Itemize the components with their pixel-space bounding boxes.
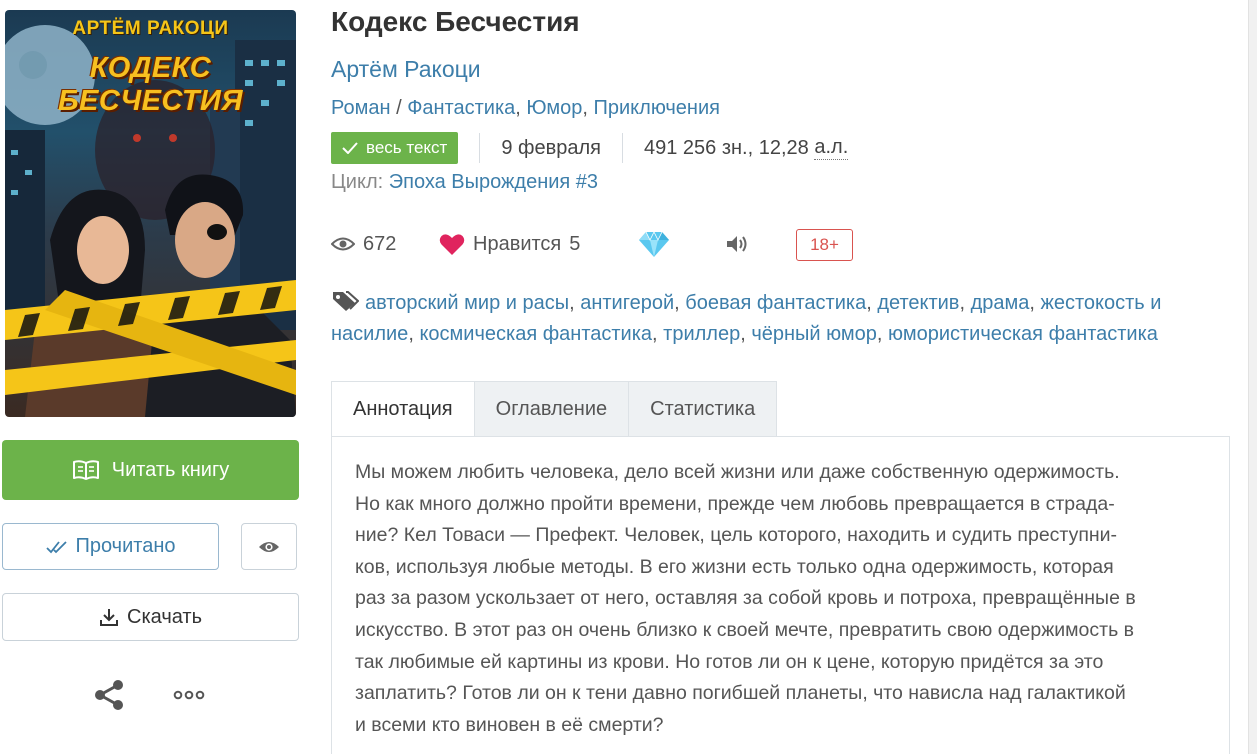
double-check-icon [45,540,67,553]
diamond-icon [639,231,669,257]
annotation-line: ние? Кел Товаси — Префект. Человек, цель… [355,524,1118,547]
tag-link[interactable]: триллер [663,323,740,345]
annotation-line: искусство. В этот раз он очень близко к … [355,618,1135,641]
share-icon[interactable] [92,679,126,711]
heart-icon [439,233,465,255]
tags-icon [333,291,359,311]
speaker-icon [727,236,747,252]
tab-annotation[interactable]: Аннотация [331,381,475,437]
cover-author: АРТЁМ РАКОЦИ [72,18,229,39]
author-link[interactable]: Артём Ракоци [331,56,481,83]
watch-button[interactable] [241,523,297,570]
annotation-line: Мы можем любить человека, дело всей жизн… [355,461,1120,483]
open-book-icon [72,460,99,480]
author-sheets-unit: а.л. [814,136,849,160]
annotation-line: раз за разом ускользает от него, оставля… [355,587,1136,610]
tab-bar: Аннотация Оглавление Статистика [331,381,778,437]
download-button[interactable]: Скачать [2,593,299,641]
more-options-icon[interactable] [173,688,205,702]
form-link[interactable]: Роман [331,97,391,119]
audio-button[interactable] [726,225,748,263]
tag-link[interactable]: космическая фантастика [419,323,652,345]
publish-date: 9 февраля [501,136,601,159]
likes-label: Нравится [473,232,562,255]
cycle-link[interactable]: Эпоха Вырождения #3 [389,171,598,193]
annotation-line: ков, используя любые методы. В его жизни… [355,555,1114,578]
tag-link[interactable]: чёрный юмор [751,323,877,345]
tag-link[interactable]: боевая фантастика [685,292,866,314]
genre-link[interactable]: Юмор [526,97,582,119]
tag-link[interactable]: детектив [877,292,959,314]
full-text-label: весь текст [366,138,448,157]
read-book-label: Читать книгу [111,458,230,481]
mark-read-label: Прочитано [75,535,176,557]
book-title: Кодекс Бесчестия [331,6,580,37]
annotation-text: Мы можем любить человека, дело всей жизн… [355,457,1205,741]
age-rating-badge: 18+ [796,229,853,261]
cycle-line: Цикл: Эпоха Вырождения #3 [331,171,598,194]
tag-link[interactable]: авторский мир и расы [365,292,569,314]
genre-link[interactable]: Фантастика [407,97,515,119]
download-icon [100,609,118,626]
like-button[interactable]: Нравится 5 [439,225,580,263]
cycle-label: Цикл: [331,171,384,193]
annotation-line: так любимые ей картины из крови. Но гото… [355,650,1104,673]
eye-icon [259,541,279,552]
mark-read-button[interactable]: Прочитано [2,523,219,570]
reward-button[interactable] [638,225,670,263]
tag-link[interactable]: юмористическая фантастика [888,323,1158,345]
likes-count: 5 [569,232,581,255]
annotation-line: и всеми кто виновен в её смерти? [355,713,664,736]
annotation-line: заплатить? Готов ли он к тени давно поги… [355,682,1126,705]
page-scrollbar[interactable] [1248,0,1257,754]
meta-row: весь текст 9 февраля 491 256 зн., 12,28 … [331,132,849,164]
annotation-line: Но как много должно пройти времени, преж… [355,492,1115,515]
tag-link[interactable]: драма [971,292,1030,314]
full-text-badge: весь текст [331,132,459,164]
read-book-button[interactable]: Читать книгу [2,440,299,500]
cover-title: КОДЕКС БЕСЧЕСТИЯ [57,52,244,117]
views-count: 672 [363,232,397,255]
check-icon [342,142,358,154]
views-counter: 672 [331,225,396,263]
genre-link[interactable]: Приключения [594,97,720,119]
tag-link[interactable]: антигерой [580,292,674,314]
book-cover[interactable]: АРТЁМ РАКОЦИ КОДЕКС БЕСЧЕСТИЯ [5,10,296,417]
eye-icon [331,237,355,251]
tags-list: авторский мир и расы, антигерой, боевая … [331,291,1162,345]
download-label: Скачать [127,605,202,628]
tab-statistics[interactable]: Статистика [628,381,778,437]
stats-row: 672 Нравится 5 18+ [331,225,871,263]
divider [621,133,623,163]
book-size: 491 256 зн., 12,28 [643,136,809,159]
tab-contents[interactable]: Оглавление [473,381,630,437]
genres-line: Роман / Фантастика, Юмор, Приключения [331,97,720,119]
divider [479,133,481,163]
